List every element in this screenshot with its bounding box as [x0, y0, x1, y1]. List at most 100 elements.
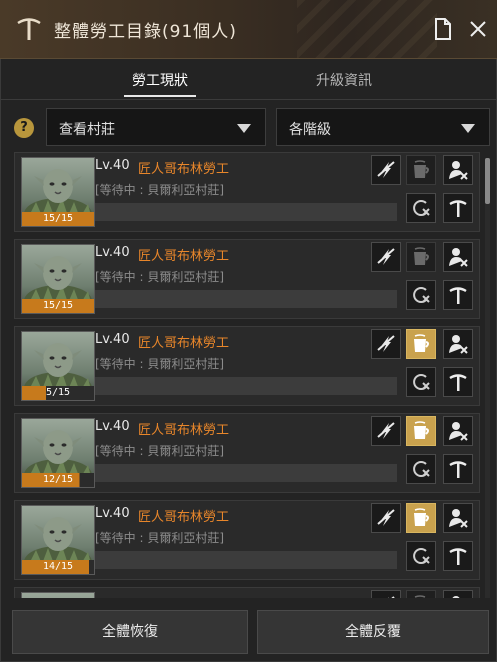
- worker-portrait: 5/15: [21, 331, 95, 401]
- reset-worker-button[interactable]: [406, 280, 436, 310]
- assign-work-button[interactable]: [443, 454, 473, 484]
- active-tab-indicator: [124, 95, 196, 97]
- fire-worker-button[interactable]: [443, 416, 473, 446]
- fire-worker-button[interactable]: [443, 242, 473, 272]
- no-energy-icon: [377, 422, 395, 439]
- worker-card[interactable]: 15/15 Lv.40 匠人哥布林勞工 [等待中 : 貝爾利亞村莊]: [14, 152, 480, 232]
- help-icon[interactable]: ?: [14, 118, 34, 138]
- stamina-counter: 5/15: [22, 386, 94, 400]
- grade-dropdown[interactable]: 各階級: [276, 108, 490, 146]
- reset-icon: [413, 287, 430, 303]
- repeat-all-button[interactable]: 全體反覆: [257, 610, 489, 654]
- reset-worker-button[interactable]: [406, 541, 436, 571]
- stamina-counter: 15/15: [22, 212, 94, 226]
- work-progress-bar: [95, 203, 397, 221]
- fire-worker-icon: [449, 248, 468, 267]
- no-energy-button[interactable]: [371, 155, 401, 185]
- fire-worker-button[interactable]: [443, 503, 473, 533]
- worker-status: [等待中 : 貝爾利亞村莊]: [95, 183, 225, 197]
- pickaxe-icon: [17, 18, 41, 40]
- pickaxe-icon: [449, 374, 467, 391]
- fire-worker-button[interactable]: [443, 590, 473, 598]
- food-cup-icon: [414, 508, 429, 526]
- worker-list[interactable]: 15/15 Lv.40 匠人哥布林勞工 [等待中 : 貝爾利亞村莊] 15/15…: [14, 152, 482, 598]
- worker-status: [等待中 : 貝爾利亞村莊]: [95, 270, 225, 284]
- tab-divider: [0, 99, 497, 100]
- assign-work-button[interactable]: [443, 280, 473, 310]
- worker-card[interactable]: 14/15 Lv.40 匠人哥布林勞工 [等待中 : 貝爾利亞村莊]: [14, 500, 480, 580]
- worker-status: [等待中 : 貝爾利亞村莊]: [95, 444, 225, 458]
- title-bar[interactable]: 整體勞工目錄(91個人): [0, 0, 497, 59]
- worker-card-partial[interactable]: [14, 587, 480, 598]
- worker-card[interactable]: 5/15 Lv.40 匠人哥布林勞工 [等待中 : 貝爾利亞村莊]: [14, 326, 480, 406]
- reset-worker-button[interactable]: [406, 367, 436, 397]
- use-food-button[interactable]: [406, 590, 436, 598]
- worker-name: 匠人哥布林勞工: [138, 510, 230, 525]
- scrollbar-thumb[interactable]: [485, 158, 490, 204]
- worker-status: [等待中 : 貝爾利亞村莊]: [95, 531, 225, 545]
- use-food-button[interactable]: [406, 416, 436, 446]
- no-energy-icon: [377, 248, 395, 265]
- chevron-down-icon: [461, 124, 475, 133]
- tab-worker-status[interactable]: 勞工現狀: [124, 70, 196, 90]
- scrollbar[interactable]: [485, 158, 490, 598]
- fire-worker-button[interactable]: [443, 155, 473, 185]
- pickaxe-icon: [449, 548, 467, 565]
- stamina-counter: 12/15: [22, 473, 94, 487]
- stamina-counter: 14/15: [22, 560, 94, 574]
- pickaxe-icon: [449, 200, 467, 217]
- title-bar-pattern: [297, 0, 437, 58]
- food-cup-icon: [414, 160, 429, 178]
- food-cup-icon: [414, 421, 429, 439]
- worker-portrait: 15/15: [21, 157, 95, 227]
- work-progress-bar: [95, 377, 397, 395]
- no-energy-button[interactable]: [371, 590, 401, 598]
- worker-name: 匠人哥布林勞工: [138, 249, 230, 264]
- use-food-button[interactable]: [406, 329, 436, 359]
- tab-upgrade-info[interactable]: 升級資訊: [304, 70, 384, 90]
- no-energy-button[interactable]: [371, 416, 401, 446]
- village-dropdown[interactable]: 查看村莊: [46, 108, 266, 146]
- goblin-portrait-icon: [22, 593, 94, 598]
- assign-work-button[interactable]: [443, 541, 473, 571]
- worker-card[interactable]: 15/15 Lv.40 匠人哥布林勞工 [等待中 : 貝爾利亞村莊]: [14, 239, 480, 319]
- reset-icon: [413, 461, 430, 477]
- use-food-button[interactable]: [406, 242, 436, 272]
- reset-worker-button[interactable]: [406, 193, 436, 223]
- fire-worker-icon: [449, 509, 468, 528]
- document-icon[interactable]: [434, 18, 452, 40]
- worker-card[interactable]: 12/15 Lv.40 匠人哥布林勞工 [等待中 : 貝爾利亞村莊]: [14, 413, 480, 493]
- village-dropdown-value: 查看村莊: [59, 122, 115, 138]
- no-energy-button[interactable]: [371, 329, 401, 359]
- assign-work-button[interactable]: [443, 193, 473, 223]
- work-progress-bar: [95, 290, 397, 308]
- work-progress-bar: [95, 464, 397, 482]
- worker-level: Lv.40: [95, 245, 130, 260]
- worker-name: 匠人哥布林勞工: [138, 162, 230, 177]
- no-energy-button[interactable]: [371, 503, 401, 533]
- food-cup-icon: [414, 334, 429, 352]
- use-food-button[interactable]: [406, 503, 436, 533]
- no-energy-button[interactable]: [371, 242, 401, 272]
- reset-worker-button[interactable]: [406, 454, 436, 484]
- food-cup-icon: [414, 247, 429, 265]
- fire-worker-button[interactable]: [443, 329, 473, 359]
- worker-level: Lv.40: [95, 332, 130, 347]
- stamina-counter: 15/15: [22, 299, 94, 313]
- reset-icon: [413, 200, 430, 216]
- no-energy-icon: [377, 161, 395, 178]
- assign-work-button[interactable]: [443, 367, 473, 397]
- no-energy-icon: [377, 509, 395, 526]
- worker-portrait: 12/15: [21, 418, 95, 488]
- reset-icon: [413, 374, 430, 390]
- no-energy-icon: [377, 335, 395, 352]
- close-icon[interactable]: [469, 20, 487, 38]
- food-cup-icon: [414, 595, 426, 598]
- worker-list-window: 整體勞工目錄(91個人) 勞工現狀 升級資訊 ? 查看村莊 各階級 15/15 …: [0, 0, 497, 662]
- fire-worker-icon: [449, 335, 468, 354]
- use-food-button[interactable]: [406, 155, 436, 185]
- recover-all-button[interactable]: 全體恢復: [12, 610, 248, 654]
- no-energy-icon: [388, 596, 395, 598]
- chevron-down-icon: [237, 124, 251, 133]
- pickaxe-icon: [449, 287, 467, 304]
